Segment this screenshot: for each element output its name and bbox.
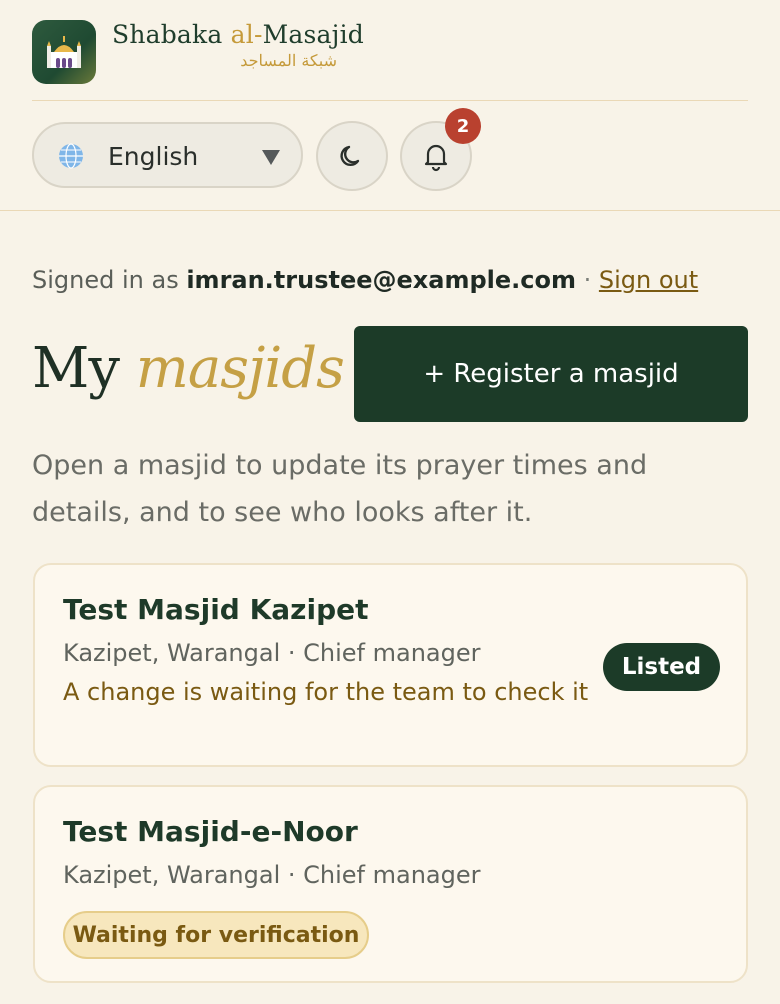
globe-icon — [59, 143, 83, 169]
pending-change-note: A change is waiting for the team to chec… — [63, 678, 589, 706]
masjid-meta: Kazipet, Warangal · Chief manager — [63, 639, 481, 667]
brand-name-suffix: Masajid — [262, 20, 364, 49]
sign-out-link[interactable]: Sign out — [599, 266, 698, 294]
page-title-plain: My — [32, 336, 136, 401]
masjid-card[interactable]: Test Masjid Kazipet Kazipet, Warangal · … — [33, 563, 748, 767]
user-email: imran.trustee@example.com — [186, 266, 576, 294]
moon-icon — [340, 145, 360, 167]
signed-in-separator: · — [576, 266, 599, 294]
masjid-name: Test Masjid Kazipet — [63, 593, 369, 626]
intro-text: Open a masjid to update its prayer times… — [32, 450, 648, 528]
brand-name: Shabaka al-Masajid — [112, 20, 364, 49]
theme-toggle-button[interactable] — [316, 121, 388, 191]
signed-in-prefix: Signed in as — [32, 266, 187, 294]
register-masjid-button[interactable]: + Register a masjid — [354, 326, 748, 422]
status-badge: Waiting for verification — [63, 911, 369, 959]
notification-count-badge: 2 — [445, 108, 481, 144]
mosque-icon — [32, 20, 96, 84]
brand[interactable]: Shabaka al-Masajid شبكة المساجد — [32, 20, 364, 84]
brand-text: Shabaka al-Masajid شبكة المساجد — [112, 20, 364, 70]
page-title-accent: masjids — [135, 336, 345, 401]
masjid-meta: Kazipet, Warangal · Chief manager — [63, 861, 481, 889]
language-label: English — [108, 142, 199, 171]
masjid-card[interactable]: Test Masjid-e-Noor Kazipet, Warangal · C… — [33, 785, 748, 983]
masjid-name: Test Masjid-e-Noor — [63, 815, 358, 848]
bell-icon — [424, 144, 448, 172]
brand-name-accent: al- — [230, 20, 263, 49]
brand-arabic-name: شبكة المساجد — [240, 51, 337, 70]
header-divider — [32, 100, 748, 101]
page-title: My masjids — [32, 336, 345, 401]
brand-name-prefix: Shabaka — [112, 20, 231, 49]
section-divider — [0, 210, 780, 211]
status-badge: Listed — [603, 643, 720, 691]
language-select[interactable]: English — [32, 122, 303, 188]
chevron-down-icon — [262, 150, 280, 165]
signed-in-line: Signed in as imran.trustee@example.com ·… — [32, 266, 698, 294]
